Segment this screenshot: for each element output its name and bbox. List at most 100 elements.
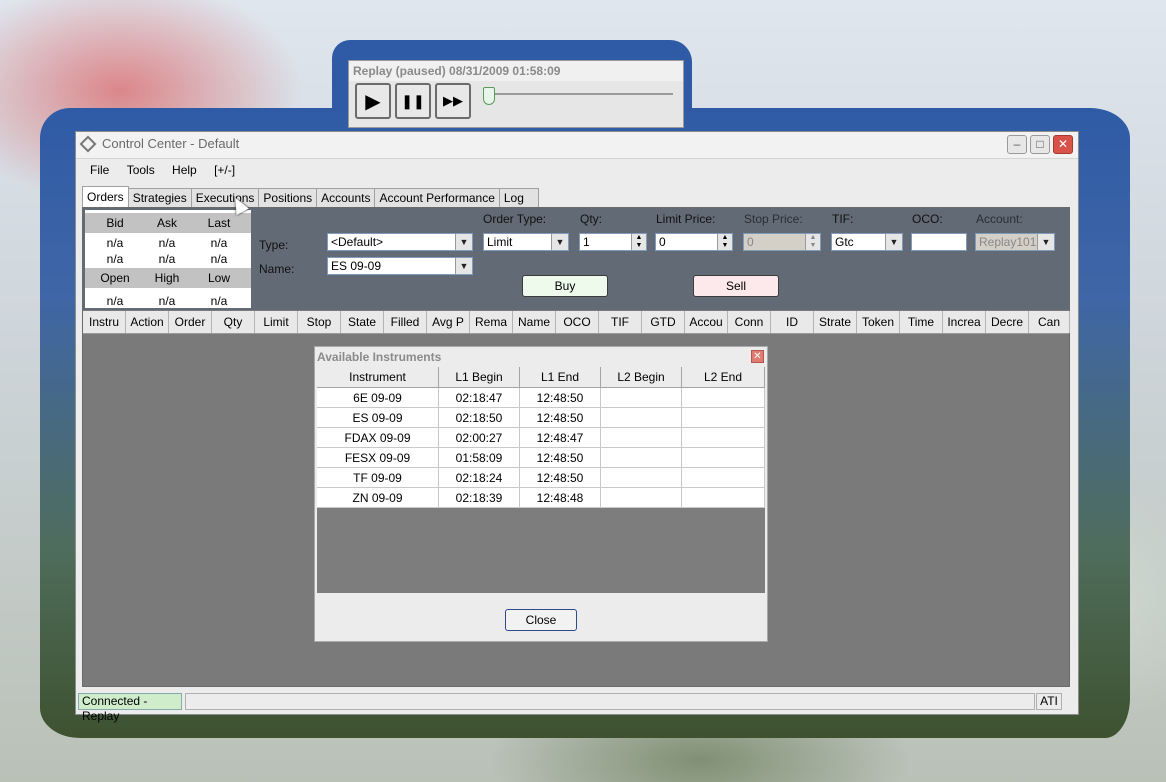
tif-label: TIF: [832, 212, 854, 226]
app-icon [79, 135, 97, 153]
close-dialog-button[interactable]: Close [505, 609, 577, 631]
close-window-button[interactable]: ✕ [1053, 135, 1073, 154]
limit-price-label: Limit Price: [656, 212, 716, 226]
col-time[interactable]: Time [900, 311, 943, 333]
chevron-down-icon: ▼ [885, 234, 902, 250]
tab-orders[interactable]: Orders [82, 186, 129, 207]
col-state[interactable]: State [341, 311, 384, 333]
menu-tools[interactable]: Tools [127, 159, 155, 181]
col-order[interactable]: Order [169, 311, 212, 333]
sell-button[interactable]: Sell [693, 275, 779, 297]
col-increase[interactable]: Increa [943, 311, 986, 333]
stop-price-spinner-icon: ▲ ▼ [805, 234, 820, 250]
tab-executions[interactable]: Executions [190, 188, 260, 207]
ask-size: n/a [158, 252, 176, 266]
ati-indicator: ATI [1036, 693, 1062, 710]
minimize-button[interactable]: – [1007, 135, 1027, 154]
col-qty[interactable]: Qty [212, 311, 255, 333]
ask-value: n/a [158, 236, 176, 250]
account-select: Replay101 ▼ [975, 233, 1055, 251]
instrument-row[interactable]: FESX 09-09 01:58:09 12:48:50 [317, 448, 765, 468]
instrument-row[interactable]: ZN 09-09 02:18:39 12:48:48 [317, 488, 765, 508]
col-l2-begin[interactable]: L2 Begin [601, 367, 682, 388]
last-value: n/a [210, 236, 228, 250]
high-value: n/a [158, 294, 176, 308]
col-token[interactable]: Token [857, 311, 900, 333]
col-id[interactable]: ID [771, 311, 814, 333]
quote-box: Bid Ask Last n/a n/a n/a n/a n/a n/a Ope… [85, 210, 251, 308]
bid-size: n/a [106, 252, 124, 266]
buy-button[interactable]: Buy [522, 275, 608, 297]
play-button[interactable]: ▶ [355, 83, 391, 119]
col-l2-end[interactable]: L2 End [682, 367, 765, 388]
instrument-row[interactable]: FDAX 09-09 02:00:27 12:48:47 [317, 428, 765, 448]
cell-l1-begin: 02:00:27 [439, 428, 520, 448]
col-account[interactable]: Accou [685, 311, 728, 333]
tab-strategies[interactable]: Strategies [127, 188, 192, 207]
limit-price-spinner-icon[interactable]: ▲ ▼ [717, 234, 732, 250]
col-cancel[interactable]: Can [1029, 311, 1070, 333]
cell-instrument: ES 09-09 [317, 408, 439, 428]
cell-l1-begin: 02:18:50 [439, 408, 520, 428]
col-instrument-name[interactable]: Instrument [317, 367, 439, 388]
instrument-row[interactable]: TF 09-09 02:18:24 12:48:50 [317, 468, 765, 488]
order-entry-bar: Bid Ask Last n/a n/a n/a n/a n/a n/a Ope… [83, 208, 1069, 310]
col-name[interactable]: Name [513, 311, 556, 333]
tab-positions[interactable]: Positions [258, 188, 318, 207]
col-strategy[interactable]: Strate [814, 311, 857, 333]
replay-window: Replay (paused) 08/31/2009 01:58:09 ▶ ❚❚… [348, 60, 684, 128]
instrument-row[interactable]: ES 09-09 02:18:50 12:48:50 [317, 408, 765, 428]
type-label: Type: [259, 238, 289, 252]
maximize-button[interactable]: □ [1030, 135, 1050, 154]
high-label: High [154, 271, 180, 285]
col-oco[interactable]: OCO [556, 311, 599, 333]
type-select[interactable]: <Default> ▼ [327, 233, 473, 251]
menu-file[interactable]: File [90, 159, 109, 181]
account-label: Account: [976, 212, 1023, 226]
col-filled[interactable]: Filled [384, 311, 427, 333]
col-remaining[interactable]: Rema [470, 311, 513, 333]
menu-expand[interactable]: [+/-] [214, 159, 235, 181]
name-select[interactable]: ES 09-09 ▼ [327, 257, 473, 275]
qty-spinner-icon[interactable]: ▲ ▼ [631, 234, 646, 250]
status-message-area [185, 693, 1035, 710]
order-type-select[interactable]: Limit ▼ [483, 233, 569, 251]
cell-l2-end [682, 448, 765, 468]
dialog-title: Available Instruments [317, 350, 442, 364]
cell-instrument: ZN 09-09 [317, 488, 439, 508]
dialog-close-icon[interactable]: ✕ [751, 350, 764, 363]
cell-l1-begin: 02:18:47 [439, 388, 520, 408]
tif-select[interactable]: Gtc ▼ [831, 233, 903, 251]
col-connection[interactable]: Conn [728, 311, 771, 333]
replay-slider-track[interactable] [489, 93, 673, 95]
col-action[interactable]: Action [126, 311, 169, 333]
oco-input[interactable] [911, 233, 967, 251]
col-decrease[interactable]: Decre [986, 311, 1029, 333]
col-tif[interactable]: TIF [599, 311, 642, 333]
col-gtd[interactable]: GTD [642, 311, 685, 333]
cell-l2-end [682, 428, 765, 448]
col-instrument[interactable]: Instru [83, 311, 126, 333]
menu-help[interactable]: Help [172, 159, 197, 181]
cell-instrument: FESX 09-09 [317, 448, 439, 468]
tab-log[interactable]: Log [498, 188, 539, 207]
pause-button[interactable]: ❚❚ [395, 83, 431, 119]
col-l1-begin[interactable]: L1 Begin [439, 367, 520, 388]
col-l1-end[interactable]: L1 End [520, 367, 601, 388]
fast-forward-button[interactable]: ▶▶ [435, 83, 471, 119]
cell-l1-end: 12:48:50 [520, 408, 601, 428]
cell-l1-begin: 02:18:39 [439, 488, 520, 508]
col-stop[interactable]: Stop [298, 311, 341, 333]
qty-input[interactable]: 1 ▲ ▼ [579, 233, 647, 251]
last-label: Last [207, 216, 231, 230]
replay-slider-thumb[interactable] [483, 87, 495, 105]
tab-account-performance[interactable]: Account Performance [374, 188, 500, 207]
fast-forward-icon: ▶▶ [443, 93, 463, 108]
col-avg-price[interactable]: Avg P [427, 311, 470, 333]
limit-price-input[interactable]: 0 ▲ ▼ [655, 233, 733, 251]
replay-title: Replay (paused) 08/31/2009 01:58:09 [349, 61, 683, 81]
instrument-row[interactable]: 6E 09-09 02:18:47 12:48:50 [317, 388, 765, 408]
col-limit[interactable]: Limit [255, 311, 298, 333]
tab-accounts[interactable]: Accounts [316, 188, 376, 207]
cell-l2-begin [601, 408, 682, 428]
